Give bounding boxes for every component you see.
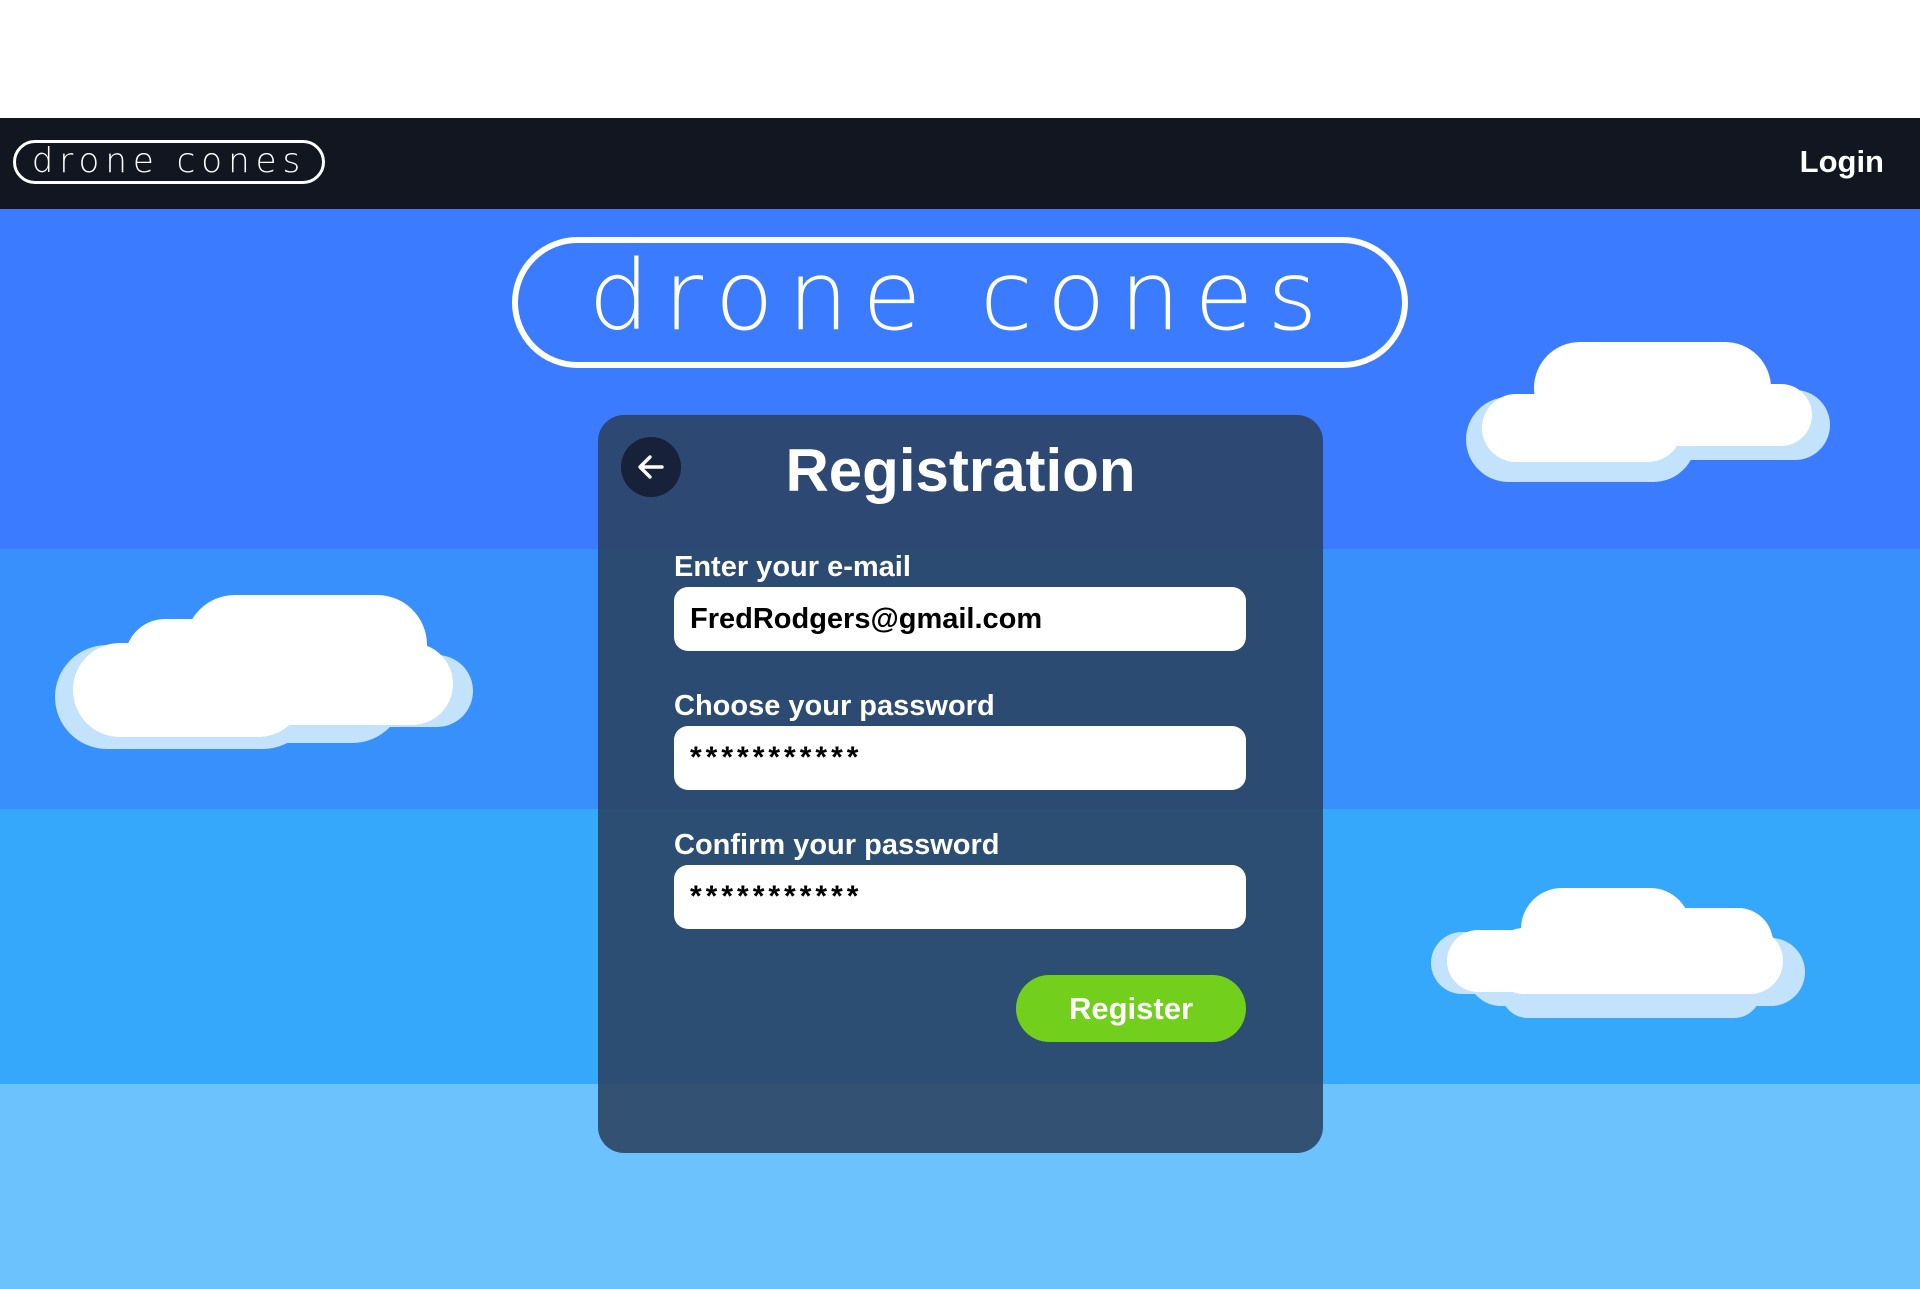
- navbar-logo-text: drone cones: [31, 141, 307, 181]
- password-label: Choose your password: [674, 690, 995, 722]
- hero-logo: drone cones: [512, 237, 1408, 368]
- navbar-logo[interactable]: drone cones: [13, 140, 325, 184]
- cloud-bottom-right: [1431, 888, 1805, 1018]
- top-blank-strip: [0, 0, 1920, 118]
- navbar: drone cones Login: [0, 118, 1920, 209]
- cloud-left: [55, 595, 473, 749]
- register-button[interactable]: Register: [1016, 975, 1246, 1042]
- cloud-top-right: [1466, 342, 1830, 482]
- registration-panel: Registration Enter your e-mail FredRodge…: [598, 415, 1323, 1153]
- password-field[interactable]: ***********: [674, 726, 1246, 790]
- registration-title: Registration: [785, 437, 1136, 504]
- confirm-password-label: Confirm your password: [674, 829, 1000, 861]
- email-label: Enter your e-mail: [674, 551, 911, 583]
- login-link[interactable]: Login: [1800, 144, 1884, 180]
- confirm-password-field[interactable]: ***********: [674, 865, 1246, 929]
- hero-logo-text: drone cones: [588, 239, 1332, 352]
- email-field[interactable]: FredRodgers@gmail.com: [674, 587, 1246, 651]
